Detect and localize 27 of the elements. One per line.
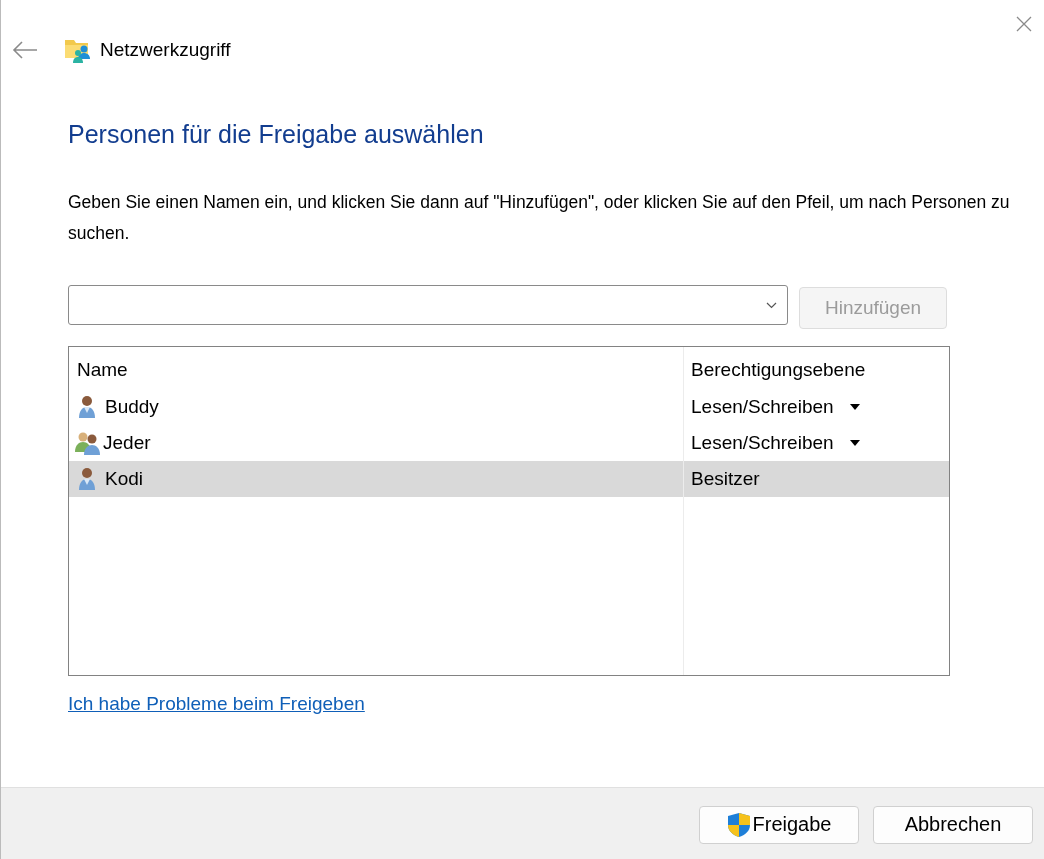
users-icon — [74, 431, 102, 455]
column-header[interactable]: Name — [69, 347, 684, 389]
help-link[interactable]: Ich habe Probleme beim Freigeben — [68, 693, 365, 715]
chevron-down-icon[interactable] — [766, 301, 777, 309]
user-name: Buddy — [105, 396, 159, 418]
user-icon — [77, 467, 97, 491]
dropdown-caret-icon[interactable] — [849, 404, 860, 410]
user-name: Kodi — [105, 468, 144, 490]
user-name: Jeder — [103, 432, 151, 454]
permission-level: Lesen/Schreiben — [691, 432, 834, 454]
user-icon — [77, 395, 97, 419]
column-header[interactable]: Berechtigungsebene — [684, 347, 949, 389]
permission-level: Lesen/Schreiben — [691, 396, 834, 418]
shield-icon — [726, 811, 751, 838]
permission-level: Besitzer — [691, 468, 760, 490]
name-combobox[interactable] — [68, 285, 788, 325]
close-button[interactable] — [1016, 16, 1032, 32]
cancel-button[interactable]: Abbrechen — [873, 805, 1033, 844]
folder-people-icon — [64, 37, 92, 63]
instruction-text: Geben Sie einen Namen ein, und klicken Sie dann auf "Hinzufügen", oder klicken Sie auf den Pfeil, um nach Personen zu suchen. — [68, 191, 1011, 245]
page-heading: Personen für die Freigabe auswählen — [68, 120, 485, 149]
window-title: Netzwerkzugriff — [100, 39, 231, 61]
back-button[interactable] — [12, 41, 38, 59]
table-row[interactable]: Kodi Besitzer — [69, 461, 949, 497]
share-button[interactable]: Freigabe — [699, 805, 859, 844]
table-row[interactable]: Buddy Lesen/Schreiben — [69, 389, 949, 425]
dropdown-caret-icon[interactable] — [849, 440, 860, 446]
